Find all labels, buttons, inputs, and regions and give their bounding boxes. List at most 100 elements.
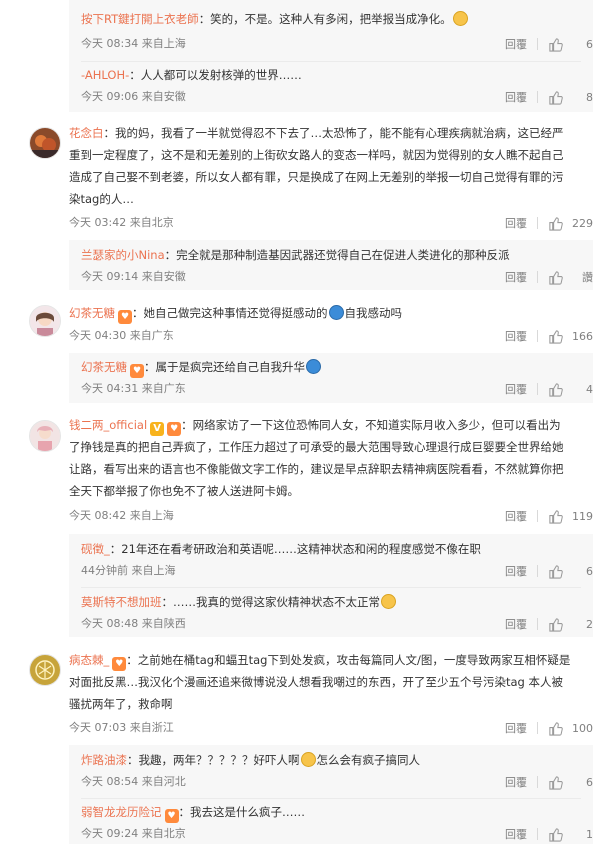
reply-button[interactable]: 回覆 <box>505 89 527 105</box>
reply-username[interactable]: 幻茶无糖 <box>81 360 127 374</box>
like-count: 2 <box>586 617 593 631</box>
comment-timestamp: 今天 03:42 来自北京 <box>69 216 174 229</box>
reply-text: ：笑的，不是。这种人有多闲，把举报当成净化。 <box>198 12 452 26</box>
smile-emoji-icon <box>452 11 468 26</box>
reply-username[interactable]: 炸路油漆 <box>81 753 127 767</box>
reply-thread: 炸路油漆：我趣，两年？？？？？好吓人啊 怎么会有疯子搞同人 今天 08:54 来自… <box>69 745 593 844</box>
comment-text: 全天下都举报了你也免不了被人送进阿卡姆。 <box>69 484 299 498</box>
comment-username[interactable]: 钱二两_official <box>69 418 147 432</box>
thumb-up-icon[interactable] <box>548 329 563 344</box>
comment-text: 了挣钱是真的把自己弄疯了，工作压力超过了可承受的最大范围导致心理退行成巨婴要全世… <box>69 440 564 454</box>
reply-timestamp: 今天 09:14 来自安徽 <box>81 270 186 283</box>
comment-timestamp: 今天 07:03 来自浙江 <box>69 721 174 734</box>
surprised-emoji-icon <box>381 594 396 609</box>
like-count: 100 <box>572 721 593 735</box>
reply-timestamp: 44分钟前 来自上海 <box>81 564 176 577</box>
comment-username[interactable]: 病态棘_ <box>69 653 109 667</box>
comment-actions: 回覆 166 <box>505 326 593 346</box>
thumb-up-icon[interactable] <box>548 721 563 736</box>
comment-actions: 回覆 119 <box>505 506 593 526</box>
reply-text: ：属于是疯完还给自己自我升华 <box>144 360 305 374</box>
reply-timestamp: 今天 08:54 来自河北 <box>81 775 186 788</box>
comment-username[interactable]: 幻茶无糖 <box>69 306 115 320</box>
reply-text: ：人人都可以发射核弹的世界…… <box>129 68 302 82</box>
reply-item: 砚徵_：21年还在看考研政治和英语呢……这精神状态和闲的程度感觉不像在职 <box>81 538 593 560</box>
fan-badge-icon: ♥ <box>167 422 182 436</box>
comment-text: ：之前她在桶tag和蝠丑tag下到处发疯，攻击每篇同人文/图，一度导致两家互相怀… <box>126 653 571 667</box>
reply-actions: 回覆 4 <box>505 379 593 399</box>
reply-username[interactable]: 兰瑟家的小Nina <box>81 248 165 262</box>
reply-button[interactable]: 回覆 <box>505 381 527 397</box>
reply-text: ：我趣，两年？？？？？好吓人啊 <box>127 753 300 767</box>
reply-text: ：我去这是什么疯子…… <box>178 805 306 819</box>
like-count: 229 <box>572 216 593 230</box>
reply-button[interactable]: 回覆 <box>505 720 527 736</box>
like-count: 6 <box>586 775 593 789</box>
reply-item: -AHLOH-：人人都可以发射核弹的世界…… <box>81 64 593 86</box>
reply-button[interactable]: 回覆 <box>505 826 527 842</box>
comment-actions: 回覆 229 <box>505 213 593 233</box>
comment-body: 花念白：我的妈，我看了一半就觉得忍不下去了…太恐怖了，能不能有心理疾病就治病，这… <box>69 122 593 210</box>
thumb-up-icon[interactable] <box>548 775 563 790</box>
reply-username[interactable]: 砚徵_ <box>81 542 110 556</box>
thumb-up-icon[interactable] <box>548 827 563 842</box>
avatar[interactable] <box>29 305 61 337</box>
comment-text: 骚扰两年了，救命啊 <box>69 697 173 711</box>
thumb-up-icon[interactable] <box>548 216 563 231</box>
like-count: 1 <box>586 827 593 841</box>
reply-text-tail: 怎么会有疯子搞同人 <box>316 753 421 767</box>
comment-username[interactable]: 花念白 <box>69 126 104 140</box>
thumb-up-icon[interactable] <box>548 564 563 579</box>
reply-thread: 砚徵_：21年还在看考研政治和英语呢……这精神状态和闲的程度感觉不像在职 44分… <box>69 534 593 637</box>
thumb-up-icon[interactable] <box>548 90 563 105</box>
reply-timestamp: 今天 04:31 来自广东 <box>81 382 186 395</box>
reply-thread: 幻茶无糖 ♥ ：属于是疯完还给自己自我升华 今天 04:31 来自广东 回覆 4 <box>69 353 593 403</box>
reply-button[interactable]: 回覆 <box>505 269 527 285</box>
comment-body: 病态棘_ ♥ ：之前她在桶tag和蝠丑tag下到处发疯，攻击每篇同人文/图，一度导致… <box>69 649 593 715</box>
reply-button[interactable]: 回覆 <box>505 36 527 52</box>
reply-button[interactable]: 回覆 <box>505 508 527 524</box>
thumb-up-icon[interactable] <box>548 382 563 397</box>
thumb-up-icon[interactable] <box>548 509 563 524</box>
reply-item: 兰瑟家的小Nina：完全就是那种制造基因武器还觉得自己在促进人类进化的那种反派 <box>81 244 593 266</box>
thumb-up-icon[interactable] <box>548 617 563 632</box>
reply-button[interactable]: 回覆 <box>505 328 527 344</box>
reply-timestamp: 今天 09:06 来自安徽 <box>81 90 186 103</box>
reply-actions: 回覆 6 <box>505 772 593 792</box>
emoji-icon <box>306 359 321 374</box>
reply-timestamp: 今天 08:48 来自陕西 <box>81 617 186 630</box>
comment-timestamp: 今天 08:42 来自上海 <box>69 509 174 522</box>
comment-feed: 按下RT鍵打開上衣老師：笑的，不是。这种人有多闲，把举报当成净化。 今天 08:… <box>0 0 609 844</box>
reply-button[interactable]: 回覆 <box>505 563 527 579</box>
avatar[interactable] <box>29 654 61 686</box>
like-count: 4 <box>586 382 593 396</box>
reply-username[interactable]: 莫斯特不想加班 <box>81 595 162 609</box>
thumb-up-icon[interactable] <box>548 37 563 52</box>
reply-actions: 回覆 1 <box>505 824 593 844</box>
verified-badge-icon: V <box>150 422 165 436</box>
reply-actions: 回覆 6 <box>505 34 593 54</box>
reply-username[interactable]: -AHLOH- <box>81 68 129 82</box>
comment-text: 重到一定程度了，这不是和无差别的上街砍女路人的变态一样吗，就因为觉得别的女人瞧不… <box>69 148 564 162</box>
avatar[interactable] <box>29 420 61 452</box>
avatar[interactable] <box>29 127 61 159</box>
reply-timestamp: 今天 08:34 来自上海 <box>81 37 186 50</box>
reply-button[interactable]: 回覆 <box>505 774 527 790</box>
fan-badge-icon: ♥ <box>112 657 127 671</box>
reply-button[interactable]: 回覆 <box>505 215 527 231</box>
thumb-up-icon[interactable] <box>548 270 563 285</box>
reply-button[interactable]: 回覆 <box>505 616 527 632</box>
comment-text: ：网络家访了一下这位恐怖同人女，不知道实际月收入多少，但可以看出为 <box>181 418 561 432</box>
reply-actions: 回覆 6 <box>505 561 593 581</box>
comment-text: 对面批反黑…我汉化个漫画还追来微博说没人想看我嘲过的东西，开了至少五个号污染ta… <box>69 675 564 689</box>
reply-text: ：21年还在看考研政治和英语呢……这精神状态和闲的程度感觉不像在职 <box>109 542 481 556</box>
reply-item: 按下RT鍵打開上衣老師：笑的，不是。这种人有多闲，把举报当成净化。 <box>81 8 593 30</box>
like-count: 6 <box>586 37 593 51</box>
doraemon-emoji-icon <box>328 305 344 320</box>
reply-username[interactable]: 弱智龙龙历险记 <box>81 805 162 819</box>
reply-username[interactable]: 按下RT鍵打開上衣老師 <box>81 12 199 26</box>
reply-item: 莫斯特不想加班：……我真的觉得这家伙精神状态不太正常 <box>81 591 593 613</box>
like-count: 166 <box>572 329 593 343</box>
reply-actions: 回覆 8 <box>505 87 593 107</box>
comment-body: 钱二两_official V ♥ ：网络家访了一下这位恐怖同人女，不知道实际月收入多少… <box>69 414 593 502</box>
